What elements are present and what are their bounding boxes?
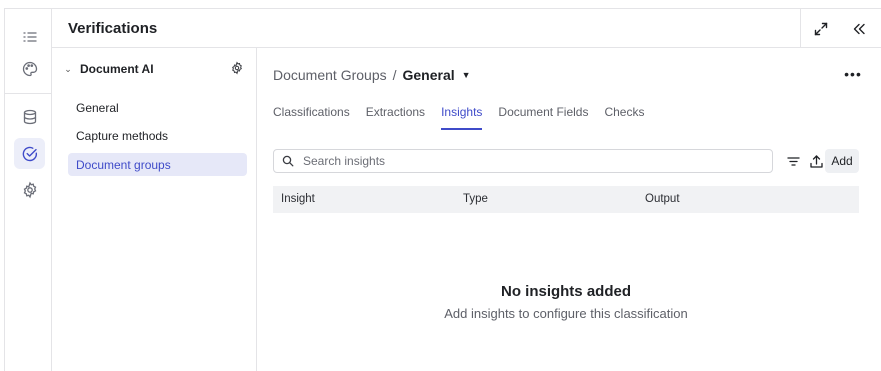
empty-state-subtitle: Add insights to configure this classific…	[444, 306, 688, 321]
rail-divider	[5, 93, 52, 94]
filter-button[interactable]	[783, 149, 803, 173]
top-header: Verifications	[52, 9, 881, 48]
chevron-down-icon: ⌄	[64, 63, 72, 74]
tab-classifications[interactable]: Classifications	[273, 105, 350, 130]
settings-nav: ⌄ Document AI General Capture methods Do…	[52, 48, 257, 371]
tab-checks[interactable]: Checks	[604, 105, 644, 130]
database-icon[interactable]	[14, 101, 45, 132]
icon-rail	[5, 9, 52, 371]
search-input[interactable]	[303, 154, 743, 168]
nav-item-general[interactable]: General	[68, 96, 247, 119]
expand-button[interactable]	[802, 9, 840, 48]
search-box[interactable]	[273, 149, 773, 173]
search-icon	[282, 155, 294, 167]
upload-icon	[809, 154, 823, 168]
breadcrumb: Document Groups / General ▼	[273, 67, 471, 83]
more-options-icon[interactable]: •••	[843, 66, 863, 82]
tab-extractions[interactable]: Extractions	[366, 105, 425, 130]
list-icon[interactable]	[14, 21, 45, 52]
column-header-insight[interactable]: Insight	[281, 193, 315, 205]
breadcrumb-current[interactable]: General	[403, 67, 455, 83]
empty-state-title: No insights added	[500, 283, 631, 300]
gear-icon[interactable]	[14, 174, 45, 205]
collapse-panel-button[interactable]	[840, 9, 878, 48]
main-content: Document Groups / General ▼ ••• Classifi…	[257, 48, 881, 371]
page-title: Verifications	[68, 20, 158, 37]
nav-item-capture-methods[interactable]: Capture methods	[68, 124, 247, 147]
breadcrumb-parent[interactable]: Document Groups	[273, 67, 387, 83]
nav-group-document-ai[interactable]: ⌄ Document AI	[60, 59, 242, 79]
tab-bar: Classifications Extractions Insights Doc…	[273, 105, 660, 130]
table-header: Insight Type Output	[273, 186, 859, 213]
check-circle-icon[interactable]	[14, 138, 45, 169]
filter-icon	[786, 156, 800, 166]
palette-icon[interactable]	[14, 53, 45, 84]
app-frame: Verifications ⌄ Document AI General Capt…	[4, 8, 881, 371]
column-header-output[interactable]: Output	[645, 193, 680, 205]
column-header-type[interactable]: Type	[463, 193, 488, 205]
double-chevron-left-icon	[853, 23, 865, 34]
tab-insights[interactable]: Insights	[441, 105, 483, 130]
nav-group-label: Document AI	[80, 62, 154, 76]
expand-icon	[814, 22, 828, 35]
caret-down-icon[interactable]: ▼	[462, 70, 471, 80]
nav-item-document-groups[interactable]: Document groups	[68, 153, 247, 176]
header-divider	[800, 9, 801, 48]
add-button[interactable]: Add	[825, 149, 859, 173]
upload-button[interactable]	[806, 149, 826, 173]
breadcrumb-separator: /	[392, 67, 397, 83]
group-settings-gear-icon[interactable]	[230, 61, 244, 75]
tab-document-fields[interactable]: Document Fields	[498, 105, 588, 130]
